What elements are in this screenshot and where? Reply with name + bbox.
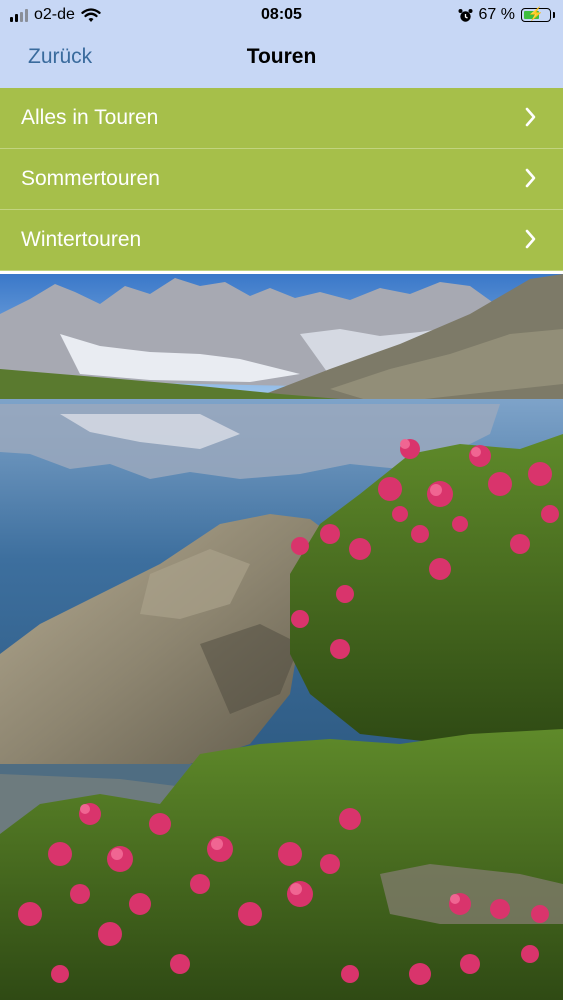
navigation-bar: Zurück Touren — [0, 30, 563, 89]
status-bar: o2-de 08:05 67 % ⚡ — [0, 0, 563, 30]
hero-image — [0, 274, 563, 1000]
menu-item-label: Sommertouren — [21, 167, 160, 190]
menu-item-label: Wintertouren — [21, 228, 142, 251]
battery-icon: ⚡ — [521, 6, 551, 22]
chevron-right-icon — [525, 168, 536, 188]
menu-item-wintertouren[interactable]: Wintertouren — [0, 210, 563, 271]
alarm-icon — [458, 8, 473, 22]
status-right: 67 % ⚡ — [458, 6, 555, 24]
tour-menu: Alles in Touren Sommertouren Wintertoure… — [0, 88, 563, 271]
landscape-illustration — [0, 274, 563, 1000]
chevron-right-icon — [525, 107, 536, 127]
menu-item-sommertouren[interactable]: Sommertouren — [0, 149, 563, 210]
chevron-right-icon — [525, 229, 536, 249]
menu-item-label: Alles in Touren — [21, 106, 159, 129]
page-title: Touren — [246, 45, 317, 68]
menu-item-alles-in-touren[interactable]: Alles in Touren — [0, 88, 563, 149]
battery-cap — [553, 12, 555, 18]
battery-percent: 67 % — [478, 6, 515, 23]
